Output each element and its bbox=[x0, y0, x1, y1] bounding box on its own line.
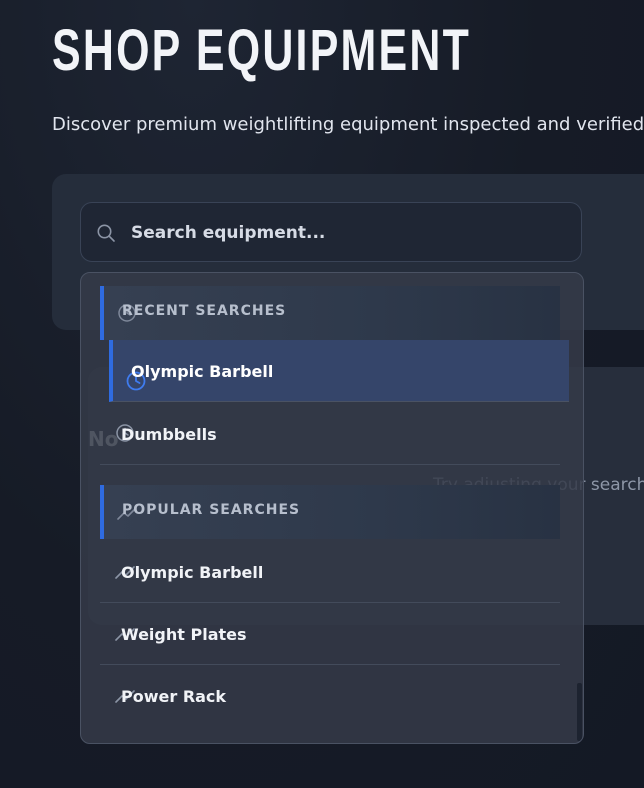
popular-search-label: Olympic Barbell bbox=[121, 563, 264, 582]
popular-searches-header: POPULAR SEARCHES bbox=[100, 485, 560, 539]
recent-searches-label: RECENT SEARCHES bbox=[122, 303, 287, 319]
page-subtitle: Discover premium weightlifting equipment… bbox=[52, 114, 644, 135]
recent-search-label: Olympic Barbell bbox=[131, 362, 274, 381]
page-title: SHOP EQUIPMENT bbox=[52, 18, 472, 83]
recent-search-label: Dumbbells bbox=[121, 425, 217, 444]
popular-search-label: Power Rack bbox=[121, 687, 227, 706]
search-icon bbox=[97, 224, 115, 242]
dropdown-scrollbar[interactable] bbox=[577, 683, 582, 741]
recent-search-item[interactable]: Olympic Barbell bbox=[109, 340, 569, 402]
recent-search-item[interactable]: Dumbbells bbox=[100, 403, 560, 465]
search-box[interactable] bbox=[80, 202, 582, 262]
popular-search-item[interactable]: Weight Plates bbox=[100, 603, 560, 665]
search-input[interactable] bbox=[129, 213, 563, 253]
recent-searches-header: RECENT SEARCHES bbox=[100, 286, 560, 340]
popular-searches-label: POPULAR SEARCHES bbox=[122, 502, 301, 518]
popular-search-item[interactable]: Power Rack bbox=[100, 665, 560, 727]
search-suggestions-dropdown: RECENT SEARCHES Olympic Barbell Dumbbell… bbox=[80, 272, 584, 744]
popular-search-item[interactable]: Olympic Barbell bbox=[100, 541, 560, 603]
popular-search-label: Weight Plates bbox=[121, 625, 247, 644]
